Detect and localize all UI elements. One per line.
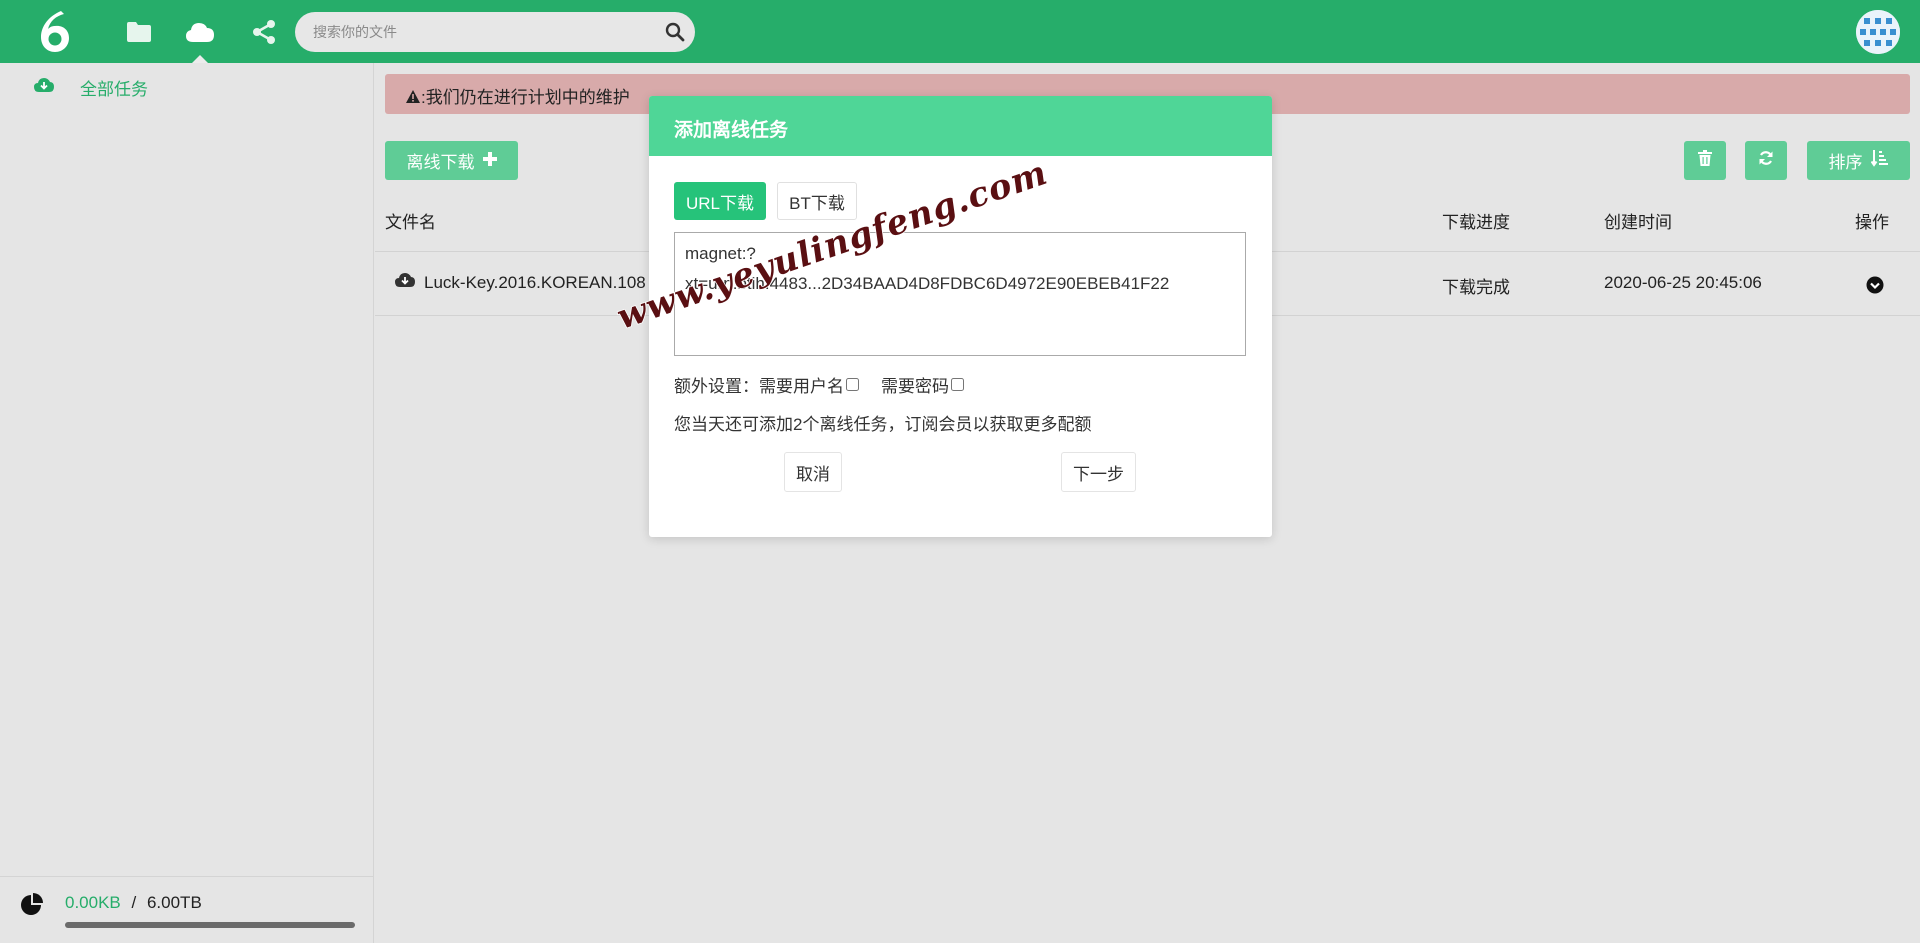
folder-icon[interactable]: [121, 14, 157, 50]
tab-url-download[interactable]: URL下载: [674, 182, 766, 220]
require-password-label: 需要密码: [881, 377, 949, 396]
cloud-icon[interactable]: [182, 14, 218, 50]
sort-button[interactable]: 排序: [1807, 141, 1910, 180]
offline-download-button[interactable]: 离线下载: [385, 141, 518, 180]
cancel-button[interactable]: 取消: [784, 452, 842, 492]
delete-button[interactable]: [1684, 141, 1726, 180]
notice-text: :我们仍在进行计划中的维护: [421, 88, 630, 107]
storage-used: 0.00KB: [65, 893, 121, 912]
extra-options-label: 额外设置：: [674, 377, 759, 396]
refresh-button[interactable]: [1745, 141, 1787, 180]
storage-bar: [65, 922, 355, 928]
cloud-download-icon: [395, 272, 415, 292]
trash-icon: [1698, 150, 1712, 171]
storage-separator: /: [131, 893, 137, 912]
sort-icon: [1870, 149, 1889, 172]
cloud-download-icon: [34, 77, 54, 98]
search-icon[interactable]: [665, 22, 685, 42]
app-logo[interactable]: [34, 8, 76, 54]
sort-label: 排序: [1828, 153, 1863, 172]
quota-text: 您当天还可添加2个离线任务，订阅会员以获取更多配额: [674, 415, 1092, 434]
row-file-name[interactable]: Luck-Key.2016.KOREAN.108: [424, 273, 646, 293]
sidebar: 全部任务 0.00KB / 6.00TB: [0, 63, 374, 943]
column-header-created[interactable]: 创建时间: [1604, 208, 1672, 233]
next-step-button[interactable]: 下一步: [1061, 452, 1136, 492]
avatar[interactable]: [1856, 10, 1900, 54]
sidebar-item-all-tasks[interactable]: 全部任务: [34, 75, 148, 100]
chevron-down-icon[interactable]: [1866, 276, 1884, 294]
warning-icon: [405, 88, 421, 107]
row-created-time: 2020-06-25 20:45:06: [1604, 273, 1762, 292]
pie-chart-icon: [20, 893, 44, 917]
column-header-action: 操作: [1855, 213, 1889, 232]
dialog-title: 添加离线任务: [649, 96, 1272, 156]
search-bar: [295, 12, 695, 52]
search-input[interactable]: [313, 12, 653, 52]
refresh-icon: [1758, 150, 1774, 171]
storage-text: 0.00KB / 6.00TB: [65, 893, 202, 913]
column-header-name[interactable]: 文件名: [385, 208, 436, 233]
column-header-progress[interactable]: 下载进度: [1442, 208, 1510, 233]
require-username-label: 需要用户名: [759, 377, 844, 396]
offline-download-label: 离线下载: [406, 153, 475, 172]
plus-icon: [482, 151, 497, 171]
require-password-checkbox[interactable]: [951, 378, 964, 391]
tab-bt-download[interactable]: BT下载: [777, 182, 857, 220]
active-nav-indicator: [192, 55, 208, 63]
share-icon[interactable]: [246, 14, 282, 50]
row-progress: 下载完成: [1442, 278, 1510, 297]
sidebar-item-label: 全部任务: [80, 80, 148, 99]
add-offline-task-dialog: 添加离线任务 URL下载 BT下载 额外设置： 需要用户名 需要密码 您当天还可…: [649, 96, 1272, 537]
top-bar: [0, 0, 1920, 63]
extra-options: 额外设置： 需要用户名 需要密码: [674, 372, 986, 397]
storage-total: 6.00TB: [146, 893, 202, 912]
require-username-checkbox[interactable]: [846, 378, 859, 391]
storage-usage: 0.00KB / 6.00TB: [0, 876, 374, 943]
